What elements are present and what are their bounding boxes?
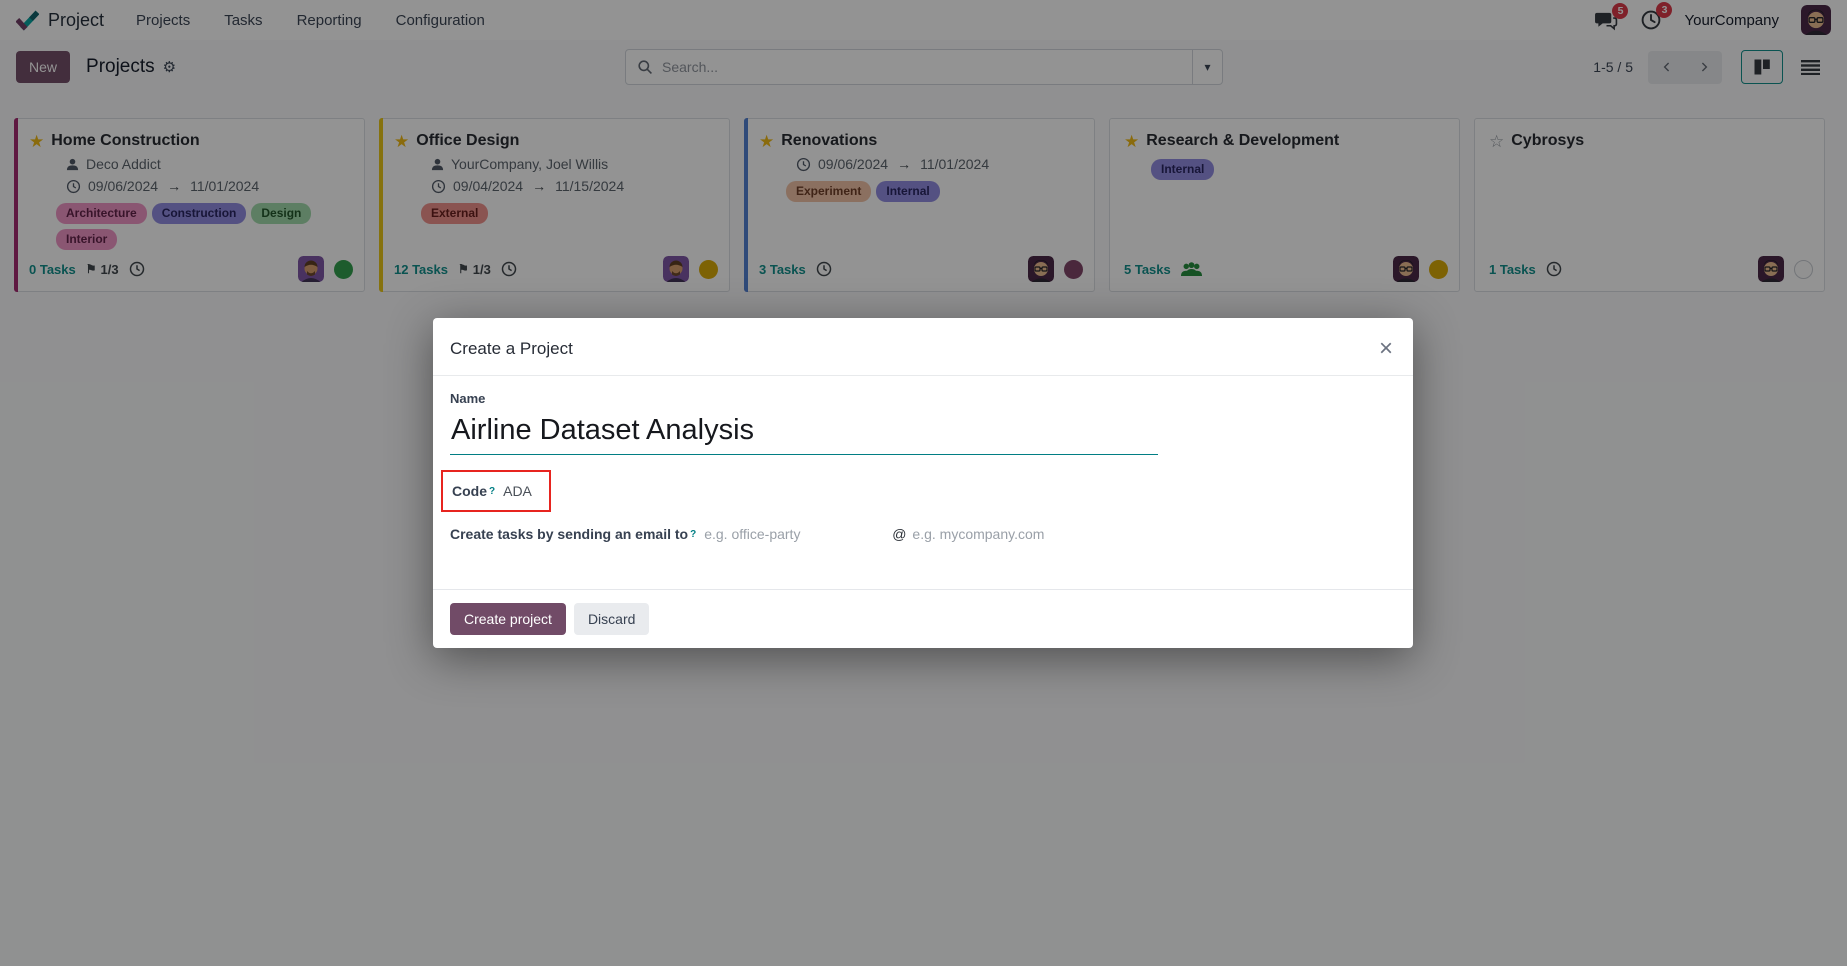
project-name-input[interactable]	[450, 411, 1158, 455]
email-alias-row: Create tasks by sending an email to? @	[450, 526, 1396, 542]
name-field-label: Name	[450, 391, 486, 406]
at-sign-icon: @	[892, 526, 907, 542]
help-question-icon: ?	[690, 528, 697, 540]
close-icon[interactable]: ×	[1379, 337, 1393, 361]
dialog-title: Create a Project	[450, 339, 573, 358]
dialog-body: Name Code? ADA Create tasks by sending a…	[433, 376, 1413, 589]
email-alias-domain-input[interactable]	[912, 526, 1143, 542]
code-field-label: Code	[452, 483, 487, 499]
discard-button[interactable]: Discard	[573, 603, 650, 635]
dialog-footer: Create project Discard	[433, 589, 1413, 648]
code-annotation-box: Code? ADA	[441, 470, 551, 512]
email-alias-local-input[interactable]	[704, 526, 893, 542]
dialog-header: Create a Project ×	[433, 318, 1413, 376]
email-alias-label: Create tasks by sending an email to	[450, 526, 689, 542]
help-question-icon: ?	[489, 485, 496, 497]
create-project-dialog: Create a Project × Name Code? ADA Create…	[433, 318, 1413, 648]
code-field-value[interactable]: ADA	[503, 483, 532, 499]
create-project-button[interactable]: Create project	[450, 603, 566, 635]
